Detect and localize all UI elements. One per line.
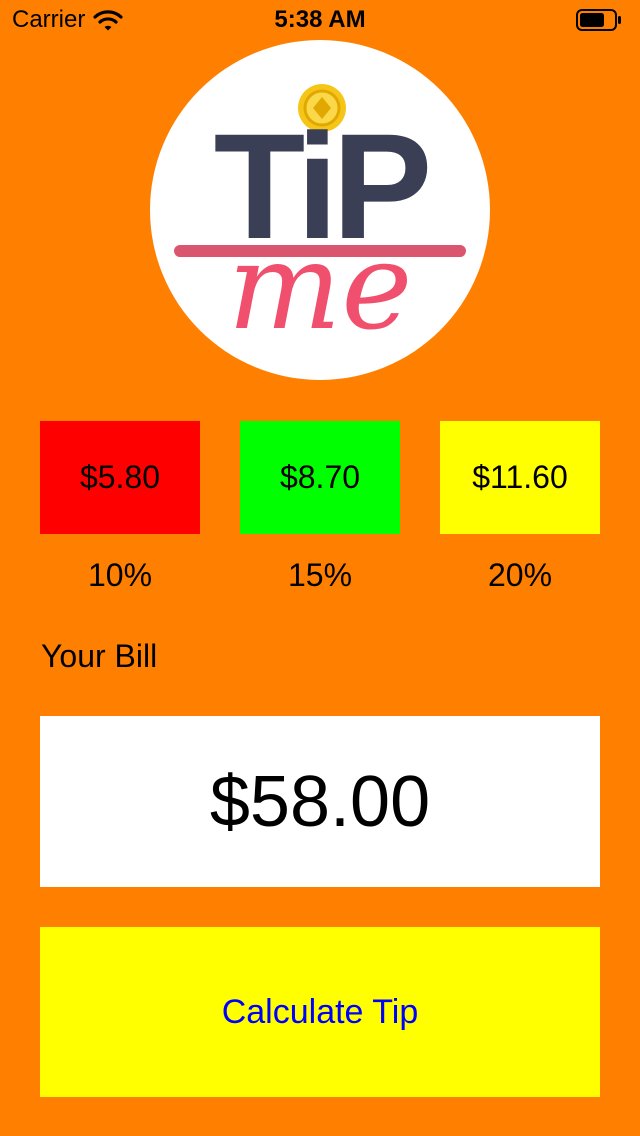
tip-20-button[interactable]: $11.60 [440, 421, 600, 534]
tip-20-amount: $11.60 [472, 459, 568, 495]
status-bar: Carrier 5:38 AM [0, 0, 640, 40]
tip-15-button[interactable]: $8.70 [240, 421, 400, 534]
status-time: 5:38 AM [274, 6, 366, 33]
tip-10-button[interactable]: $5.80 [40, 421, 200, 534]
calculate-tip-button[interactable]: Calculate Tip [40, 927, 600, 1097]
tip-15-amount: $8.70 [279, 459, 361, 495]
battery-icon [576, 9, 622, 31]
tip-10-amount: $5.80 [79, 459, 161, 495]
app-screen: Carrier 5:38 AM TiP me $5.80 $8.70 $11.6… [0, 0, 640, 1136]
bill-input[interactable] [40, 716, 600, 887]
logo-me-text: me [228, 218, 413, 357]
tip-10-percent-label: 10% [87, 557, 153, 593]
tip-15-percent-label: 15% [287, 557, 353, 593]
tip-20-percent-label: 20% [487, 557, 553, 593]
bill-label: Your Bill [41, 638, 158, 674]
tipme-logo: TiP me [150, 40, 490, 380]
